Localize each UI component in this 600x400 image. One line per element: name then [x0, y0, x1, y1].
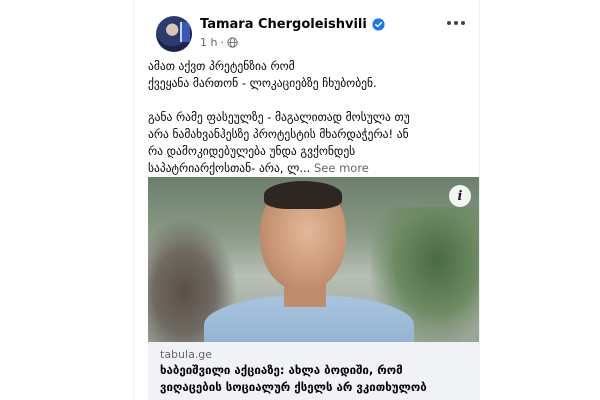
link-meta[interactable]: tabula.ge ხაბეიშვილი აქციაზე: ახლა ბოდიშ…: [148, 342, 479, 400]
meta-separator: ·: [220, 36, 224, 49]
see-more-link[interactable]: See more: [314, 161, 369, 175]
author-name[interactable]: Tamara Chergoleishvili: [200, 17, 367, 32]
avatar-flag: [180, 22, 190, 42]
info-icon[interactable]: i: [449, 185, 471, 207]
more-dot: [447, 21, 451, 25]
more-dot: [454, 21, 458, 25]
link-title-line: ხაბეიშვილი აქციაზე: ახლა ბოდიში, რომ: [160, 363, 403, 377]
post-header: Tamara Chergoleishvili 1 h ·: [156, 14, 474, 54]
post-text-line: ამათ აქვთ პრეტენზია რომ: [148, 59, 295, 73]
link-preview-image[interactable]: i: [148, 177, 479, 342]
facebook-post-card: Tamara Chergoleishvili 1 h · ამათ აქვთ პ…: [133, 0, 480, 400]
link-preview[interactable]: i tabula.ge ხაბეიშვილი აქციაზე: ახლა ბოდ…: [148, 177, 479, 400]
post-text-line: განა რამე ფასეულზე - მაგალითად მოსულა თუ: [148, 110, 410, 124]
post-text-line: საპატრიარქოსთან- არა, ლ...: [148, 161, 311, 175]
post-timestamp[interactable]: 1 h: [200, 36, 217, 49]
post-text-line: ქვეყანა მართონ - ლოკაციებზე ჩხუბობენ.: [148, 76, 377, 90]
post-text-last-line: საპატრიარქოსთან- არა, ლ... See more: [148, 160, 473, 177]
author-avatar[interactable]: [156, 16, 192, 52]
post-body: ამათ აქვთ პრეტენზია რომ ქვეყანა მართონ -…: [148, 58, 473, 177]
post-text-line: რა დამოკიდებულება უნდა გვქონდეს: [148, 144, 356, 158]
post-text-line: არა ნამახვანჰესზე პროტესტის მხარდაჭერა! …: [148, 127, 409, 141]
verified-badge-icon: [372, 18, 385, 31]
post-meta: 1 h ·: [200, 36, 238, 49]
author-name-row: Tamara Chergoleishvili: [200, 17, 385, 32]
person-hair: [264, 181, 342, 209]
globe-icon: [227, 37, 238, 48]
link-domain: tabula.ge: [160, 348, 213, 361]
more-options-icon[interactable]: [446, 16, 466, 30]
more-dot: [461, 21, 465, 25]
link-title-line: ვიღაცების სოციალურ ქსელს არ ვკითხულობ: [160, 380, 427, 394]
